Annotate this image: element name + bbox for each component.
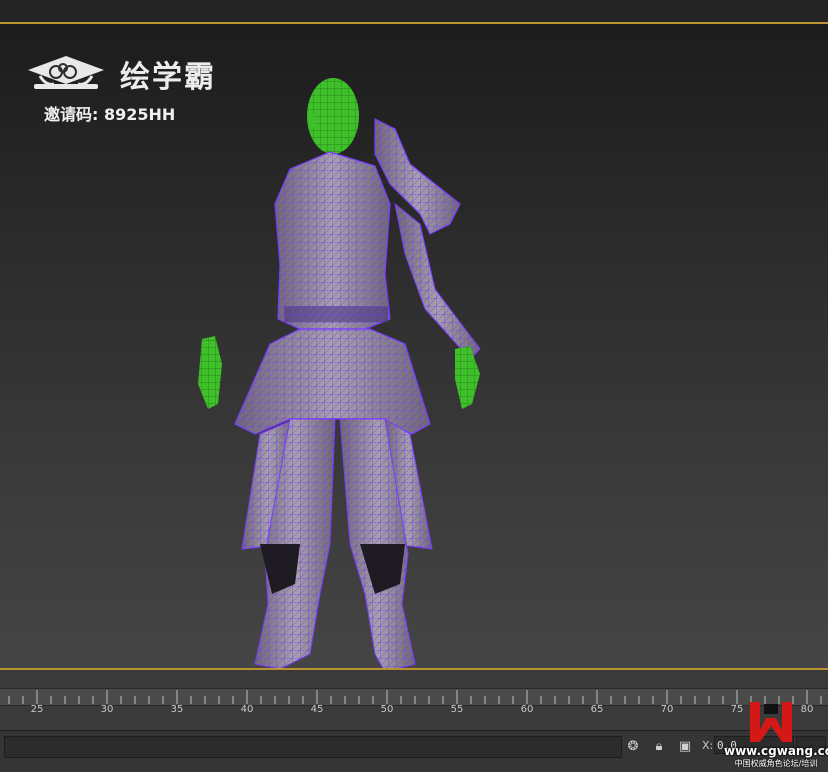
timeline-frame-label: 25 [30, 704, 44, 715]
selection-mode-icon[interactable]: ▣ [676, 737, 694, 755]
viewport-top-bar [0, 0, 828, 24]
cgwang-watermark: www.cgwang.com 中国权威角色论坛/培训 [724, 700, 828, 771]
timeline-frame-label: 55 [450, 704, 464, 715]
timeline-frame-label: 35 [170, 704, 184, 715]
timeline-frame-label: 30 [100, 704, 114, 715]
character-model[interactable] [180, 74, 500, 670]
status-bar: ❂ 🔒︎ ▣ X: 0.0 [0, 730, 828, 772]
timeline-frame-label: 50 [380, 704, 394, 715]
x-coord-label: X: [702, 739, 714, 752]
maxscript-listener-field[interactable] [4, 736, 622, 758]
lock-icon[interactable]: 🔒︎ [650, 737, 668, 755]
lightbulb-icon[interactable]: ❂ [624, 737, 642, 755]
3d-viewport[interactable]: 绘学霸 邀请码: 8925HH [0, 24, 828, 670]
timeline-frame-label: 65 [590, 704, 604, 715]
right-hand-selected[interactable] [198, 336, 222, 409]
timeline-ticks [8, 690, 822, 704]
timeline-frame-label: 70 [660, 704, 674, 715]
head-selected[interactable] [307, 78, 359, 154]
torso[interactable] [274, 151, 391, 330]
watermark-subtitle: 中国权威角色论坛/培训 [734, 759, 818, 768]
cgwang-w-logo-icon [750, 702, 792, 742]
timeline-frame-label: 40 [240, 704, 254, 715]
left-hand-selected[interactable] [455, 346, 480, 409]
cloud-cap-logo-icon [28, 56, 104, 89]
timeline-frame-label: 60 [520, 704, 534, 715]
invite-code: 邀请码: 8925HH [44, 105, 176, 124]
timeline-frame-label: 45 [310, 704, 324, 715]
timeline-ruler[interactable]: 25 30 35 40 45 50 55 60 65 70 75 80 [0, 670, 828, 730]
watermark-url: www.cgwang.com [724, 744, 828, 758]
